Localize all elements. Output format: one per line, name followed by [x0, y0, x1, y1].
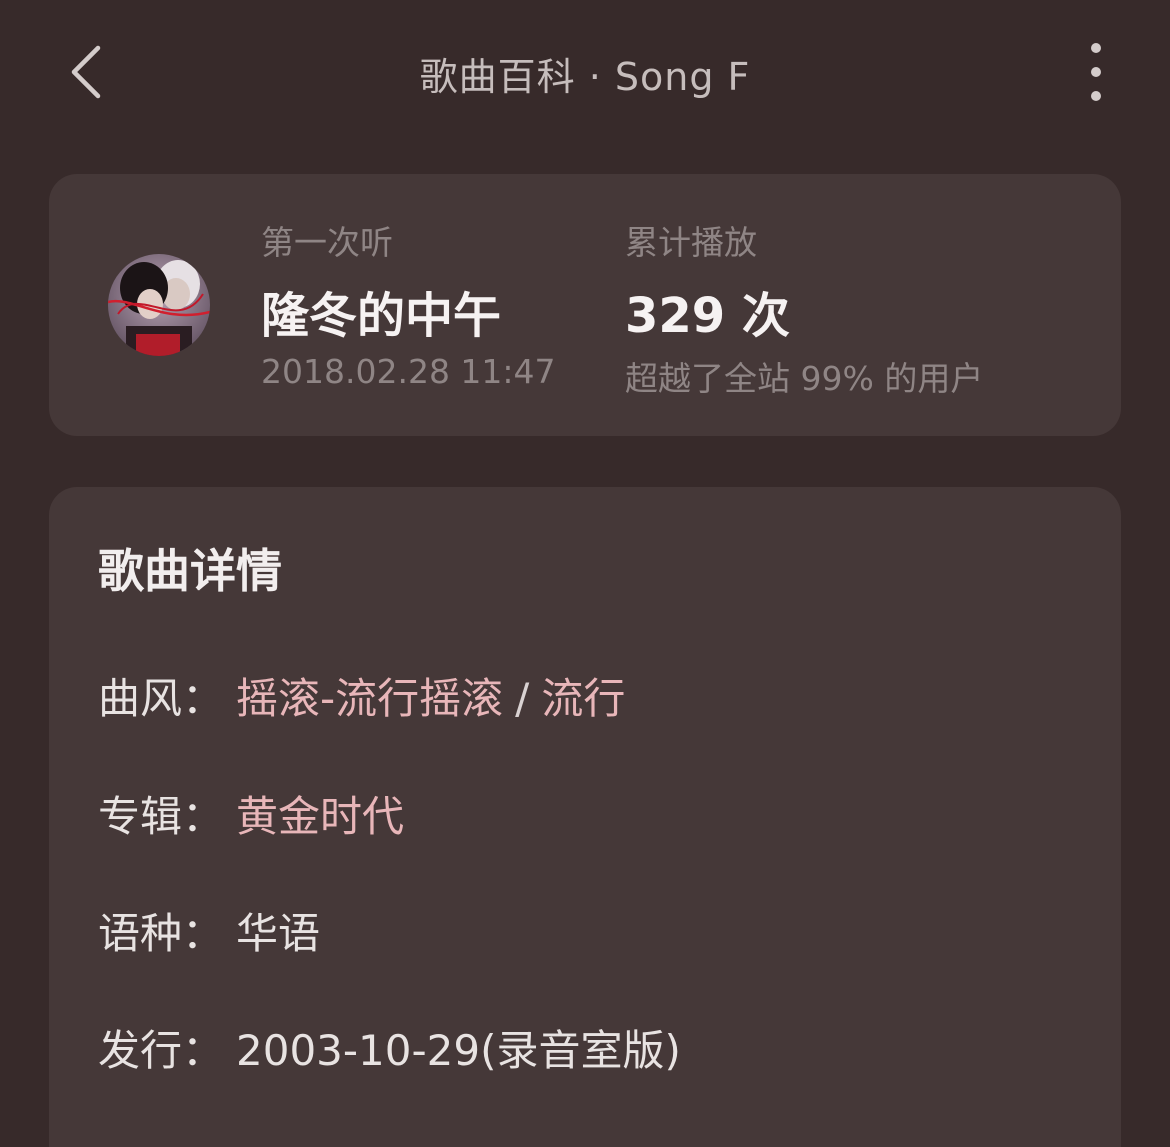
album-link[interactable]: 黄金时代	[236, 792, 404, 841]
release-key: 发行：	[98, 1026, 225, 1075]
nav-bar: 歌曲百科 · Song F	[0, 0, 1170, 145]
plays-rank: 超越了全站 99% 的用户	[625, 359, 984, 398]
genre-row: 曲风： 摇滚-流行摇滚 / 流行	[98, 665, 625, 726]
listen-stats-card: 第一次听 隆冬的中午 2018.02.28 11:47 累计播放 329 次 超…	[49, 174, 1121, 436]
first-listen-value: 隆冬的中午	[261, 288, 502, 344]
genre-link-pop[interactable]: 流行	[541, 674, 625, 723]
more-vertical-icon	[1091, 43, 1101, 101]
plays-count: 329 次	[625, 288, 790, 344]
first-listen-time: 2018.02.28 11:47	[261, 352, 556, 391]
first-listen-label: 第一次听	[261, 223, 393, 262]
more-button[interactable]	[1074, 40, 1118, 104]
language-row: 语种： 华语	[98, 900, 320, 961]
cover-image	[108, 254, 210, 356]
release-value: 2003-10-29(录音室版)	[236, 1026, 681, 1075]
album-row: 专辑： 黄金时代	[98, 783, 404, 844]
genre-separator: /	[515, 674, 530, 723]
page-title: 歌曲百科 · Song F	[419, 55, 751, 99]
song-details-card: 歌曲详情 曲风： 摇滚-流行摇滚 / 流行 专辑： 黄金时代 语种： 华语 发行： 2003…	[49, 487, 1121, 1147]
genre-link-rock[interactable]: 摇滚-流行摇滚	[236, 674, 503, 723]
language-value: 华语	[236, 909, 321, 958]
album-key: 专辑：	[98, 792, 225, 841]
release-row: 发行： 2003-10-29(录音室版)	[98, 1017, 681, 1078]
genre-key: 曲风：	[98, 674, 225, 723]
plays-label: 累计播放	[625, 223, 757, 262]
language-key: 语种：	[98, 909, 225, 958]
details-title: 歌曲详情	[98, 544, 282, 598]
